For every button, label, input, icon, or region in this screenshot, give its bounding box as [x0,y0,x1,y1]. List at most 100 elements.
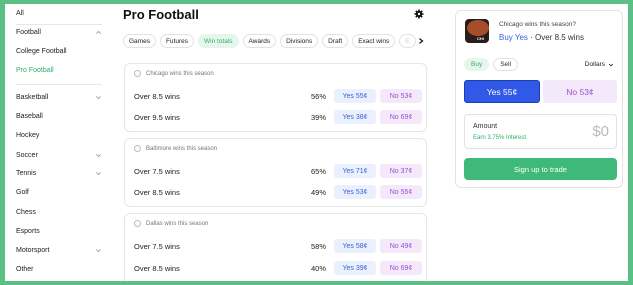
sidebar-item-pro-football[interactable]: Pro Football [16,63,102,77]
no-button[interactable]: No 69¢ [380,110,422,124]
sidebar-item-label: Baseball [16,112,43,120]
sidebar-item-college-football[interactable]: College Football [16,44,102,58]
order-summary: Buy Yes · Over 8.5 wins [499,33,584,42]
signup-button[interactable]: Sign up to trade [464,158,617,180]
main-content: Pro Football Games Futures Win totals Aw… [123,4,433,281]
market-label: Over 8.5 wins [134,263,180,273]
tab-exact-wins[interactable]: Exact wins [352,34,396,48]
market-card: Dallas wins this season Over 7.5 wins 58… [124,213,427,281]
sidebar-item-label: Football [16,28,41,36]
sell-tab[interactable]: Sell [493,58,519,71]
sidebar-item-label: Pro Football [16,66,54,74]
sidebar-item-label: Esports [16,227,40,235]
sidebar-item-baseball[interactable]: Baseball [16,109,102,123]
chevron-up-icon[interactable] [94,28,102,36]
sidebar-item-label: Tennis [16,169,37,177]
sidebar-item-soccer[interactable]: Soccer [16,148,102,162]
market-card: Baltimore wins this season Over 7.5 wins… [124,138,427,207]
sidebar-item-tennis[interactable]: Tennis [16,166,102,180]
order-side: Buy Yes [499,33,528,42]
market-percent: 65% [310,166,326,176]
yes-button[interactable]: Yes 53¢ [334,185,376,199]
tab-games[interactable]: Games [123,34,156,48]
sidebar-item-golf[interactable]: Golf [16,185,102,199]
market-percent: 39% [310,112,326,122]
sidebar-item-esports[interactable]: Esports [16,224,102,238]
market-label: Over 7.5 wins [134,241,180,251]
chevron-down-icon[interactable] [94,93,102,101]
card-header: Baltimore wins this season [134,145,217,152]
amount-input[interactable]: Amount Earn 3.75% Interest $0 [464,114,617,149]
market-row: Over 8.5 wins 49% Yes 53¢ No 55¢ [134,185,422,199]
market-row: Over 9.5 wins 39% Yes 38¢ No 69¢ [134,110,422,124]
sidebar-item-label: Hockey [16,131,40,139]
yes-button[interactable]: Yes 55¢ [334,89,376,103]
market-row: Over 7.5 wins 65% Yes 71¢ No 37¢ [134,164,422,178]
app-frame: All Football College Football Pro Footba… [5,4,628,281]
football-icon [134,70,141,77]
card-title: Dallas wins this season [146,220,209,227]
tab-futures[interactable]: Futures [159,34,194,48]
sidebar-item-football[interactable]: Football [16,25,102,39]
market-question: Chicago wins this season? [499,21,576,28]
trade-panel: CHI Chicago wins this season? Buy Yes · … [455,10,623,188]
amount-label: Amount [473,123,498,130]
page-title: Pro Football [123,7,199,22]
card-title: Baltimore wins this season [146,145,218,152]
tab-more[interactable]: E [399,34,416,48]
sidebar-item-basketball[interactable]: Basketball [16,90,102,104]
currency-label: Dollars [584,61,605,68]
market-row: Over 8.5 wins 40% Yes 39¢ No 69¢ [134,261,422,275]
no-button[interactable]: No 53¢ [380,89,422,103]
tab-win-totals[interactable]: Win totals [198,34,239,48]
team-thumbnail: CHI [465,19,489,43]
sidebar-item-label: Other [16,265,34,273]
yes-button[interactable]: Yes 38¢ [334,110,376,124]
market-card: Chicago wins this season Over 8.5 wins 5… [124,63,427,132]
no-outcome-button[interactable]: No 53¢ [543,80,617,103]
card-header: Dallas wins this season [134,220,208,227]
market-row: Over 7.5 wins 58% Yes 58¢ No 49¢ [134,239,422,253]
market-label: Over 8.5 wins [134,187,180,197]
divider [16,84,102,85]
yes-button[interactable]: Yes 39¢ [334,261,376,275]
settings-icon[interactable] [414,9,424,19]
football-icon [467,20,489,36]
no-button[interactable]: No 69¢ [380,261,422,275]
sidebar-item-motorsport[interactable]: Motorsport [16,243,102,257]
football-icon [134,145,141,152]
market-percent: 40% [310,263,326,273]
yes-button[interactable]: Yes 71¢ [334,164,376,178]
chevron-down-icon[interactable] [94,151,102,159]
tab-draft[interactable]: Draft [322,34,349,48]
yes-outcome-button[interactable]: Yes 55¢ [464,80,540,103]
sidebar-item-hockey[interactable]: Hockey [16,128,102,142]
sidebar-item-other[interactable]: Other [16,262,102,276]
interest-note: Earn 3.75% Interest [473,135,527,141]
no-button[interactable]: No 37¢ [380,164,422,178]
market-label: Over 9.5 wins [134,112,180,122]
currency-select[interactable]: Dollars [585,61,614,68]
sidebar-item-label: College Football [16,47,67,55]
sidebar-item-label: Chess [16,208,36,216]
market-row: Over 8.5 wins 56% Yes 55¢ No 53¢ [134,89,422,103]
market-label: Over 7.5 wins [134,166,180,176]
no-button[interactable]: No 55¢ [380,185,422,199]
tab-bar: Games Futures Win totals Awards Division… [123,34,416,48]
order-market: · Over 8.5 wins [527,33,584,42]
sidebar: All Football College Football Pro Footba… [5,4,103,281]
no-button[interactable]: No 49¢ [380,239,422,253]
chevron-right-icon[interactable] [417,36,425,46]
chevron-down-icon[interactable] [94,169,102,177]
sidebar-item-chess[interactable]: Chess [16,205,102,219]
market-percent: 49% [310,187,326,197]
chevron-down-icon[interactable] [94,246,102,254]
yes-button[interactable]: Yes 58¢ [334,239,376,253]
buy-sell-toggle: Buy Sell [464,58,519,71]
chevron-down-icon [608,63,614,66]
sidebar-item-all[interactable]: All [16,6,102,20]
sidebar-item-label: Soccer [16,151,38,159]
tab-awards[interactable]: Awards [242,34,277,48]
buy-tab[interactable]: Buy [464,58,490,71]
tab-divisions[interactable]: Divisions [280,34,319,48]
